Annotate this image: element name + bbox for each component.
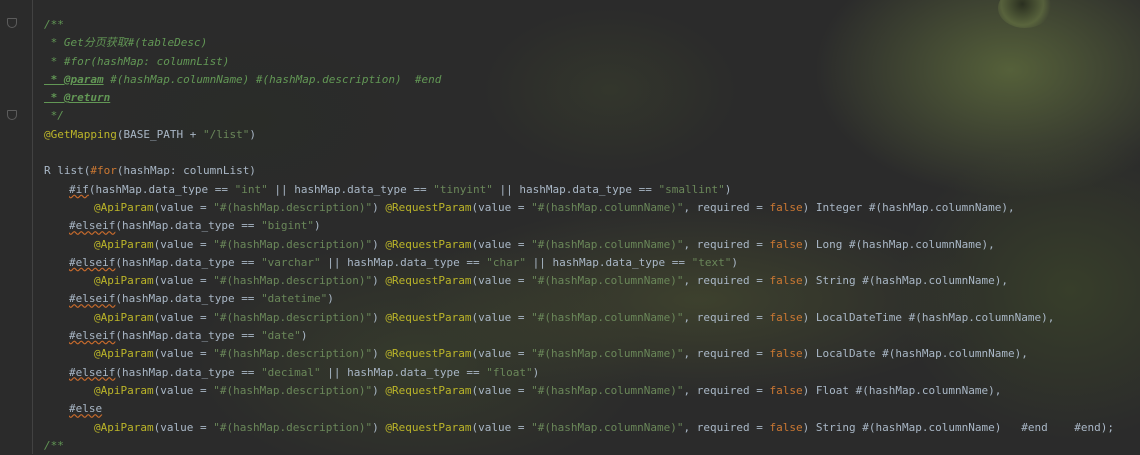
code-line: * @param #(hashMap.columnName) #(hashMap…: [44, 72, 442, 86]
gutter-divider: [32, 0, 33, 454]
code-line: @GetMapping(BASE_PATH + "/list"): [44, 127, 256, 141]
code-line: * Get分页获取#(tableDesc): [44, 36, 208, 50]
code-line: * @return: [44, 91, 111, 105]
code-line: @ApiParam(value = "#(hashMap.description…: [94, 420, 1114, 434]
code-line: #if(hashMap.data_type == "int" || hashMa…: [69, 182, 732, 196]
code-line: @ApiParam(value = "#(hashMap.description…: [94, 383, 1002, 397]
code-line: /**: [44, 18, 64, 31]
fold-icon[interactable]: [7, 18, 17, 28]
code-line: #elseif(hashMap.data_type == "bigint"): [69, 219, 321, 233]
code-line: #else: [69, 402, 103, 416]
code-line: * #for(hashMap: columnList): [44, 54, 230, 68]
code-line: */: [44, 109, 64, 123]
code-line: @ApiParam(value = "#(hashMap.description…: [94, 310, 1055, 324]
code-line: #elseif(hashMap.data_type == "date"): [69, 329, 308, 343]
code-line: @ApiParam(value = "#(hashMap.description…: [94, 347, 1028, 361]
editor-gutter: [0, 0, 32, 454]
code-line: /**: [44, 438, 64, 452]
code-line: @ApiParam(value = "#(hashMap.description…: [94, 237, 995, 251]
code-line: #elseif(hashMap.data_type == "datetime"): [69, 292, 334, 306]
code-line: @ApiParam(value = "#(hashMap.description…: [94, 274, 1008, 288]
code-line: R list(#for(hashMap: columnList): [44, 164, 256, 178]
code-line: #elseif(hashMap.data_type == "varchar" |…: [69, 255, 738, 269]
code-line: #elseif(hashMap.data_type == "decimal" |…: [69, 365, 540, 379]
code-line: @ApiParam(value = "#(hashMap.description…: [94, 200, 1015, 214]
code-editor[interactable]: /** * Get分页获取#(tableDesc) * #for(hashMap…: [44, 16, 1140, 455]
fold-icon[interactable]: [7, 110, 17, 120]
